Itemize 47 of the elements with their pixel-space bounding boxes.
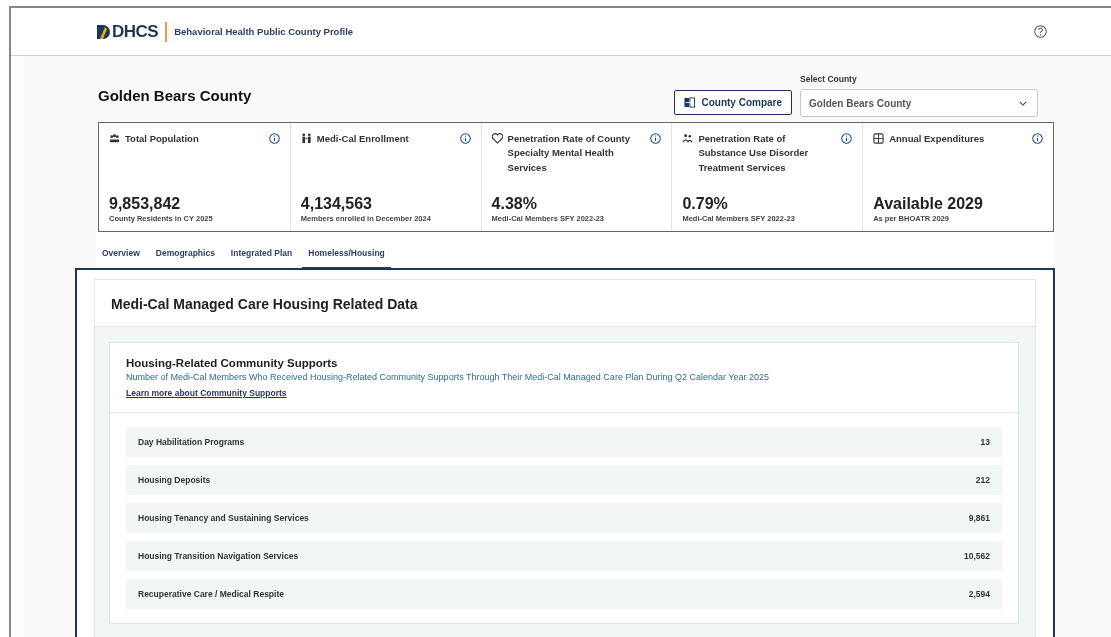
- stat-value: 0.79%: [682, 195, 729, 213]
- stat-icon: [491, 133, 503, 144]
- tab[interactable]: Overview: [96, 245, 146, 268]
- stat-value: 4,134,563: [300, 195, 373, 213]
- row-value: 9,861: [968, 513, 990, 523]
- select-county-label: Select County: [800, 74, 858, 84]
- stat-icon: [300, 133, 312, 144]
- chevron-down-icon: [1019, 100, 1027, 106]
- section-title: Medi-Cal Managed Care Housing Related Data: [111, 296, 419, 312]
- stat-value: 9,853,842: [109, 195, 182, 213]
- stat-title: Total Population: [125, 132, 200, 146]
- app-title: Behavioral Health Public County Profile: [174, 26, 354, 37]
- tab[interactable]: Integrated Plan: [224, 245, 299, 268]
- row-label: Recuperative Care / Medical Respite: [138, 589, 284, 599]
- stat-title: Medi-Cal Enrollment: [316, 132, 410, 146]
- tab[interactable]: Demographics: [149, 245, 221, 268]
- stat-title: Penetration Rate of Substance Use Disorder Treatment Services: [698, 132, 810, 175]
- supports-subtitle: Number of Medi-Cal Members Who Received Housing-Related Community Supports Through Their Medi-Cal Managed Care Plan During Q2 Calendar Year 2025: [126, 372, 769, 382]
- compare-icon: [684, 97, 696, 108]
- row-label: Day Habilitation Programs: [138, 437, 245, 447]
- row-value: 10,562: [964, 551, 990, 561]
- info-icon[interactable]: [841, 133, 853, 144]
- county-select[interactable]: Golden Bears County: [800, 89, 1038, 117]
- logo-text: DHCS: [112, 21, 159, 42]
- county-compare-button[interactable]: County Compare: [674, 90, 792, 115]
- info-icon[interactable]: [650, 133, 662, 144]
- info-icon[interactable]: [459, 133, 471, 144]
- logo-mark-icon: [97, 24, 111, 39]
- info-icon[interactable]: [268, 133, 280, 144]
- stat-title: Annual Expenditures: [889, 132, 986, 146]
- stat-icon: [682, 133, 694, 144]
- row-value: 13: [980, 437, 990, 447]
- stat-icon: [109, 133, 120, 144]
- stat-icon: [873, 133, 885, 144]
- row-label: Housing Deposits: [138, 475, 211, 485]
- stat-value: 4.38%: [491, 195, 538, 213]
- stat-title: Penetration Rate of County Specialty Mental Health Services: [507, 132, 632, 175]
- stat-value: Available 2029: [873, 195, 984, 213]
- row-value: 2,594: [968, 589, 990, 599]
- info-icon[interactable]: [1032, 133, 1043, 144]
- row-value: 212: [975, 475, 990, 485]
- row-label: Housing Tenancy and Sustaining Services: [138, 513, 309, 523]
- row-label: Housing Transition Navigation Services: [138, 551, 299, 561]
- county-title: Golden Bears County: [98, 87, 252, 104]
- community-supports-link[interactable]: Learn more about Community Supports: [126, 388, 287, 398]
- help-icon[interactable]: [1034, 25, 1047, 38]
- supports-title: Housing-Related Community Supports: [126, 357, 338, 369]
